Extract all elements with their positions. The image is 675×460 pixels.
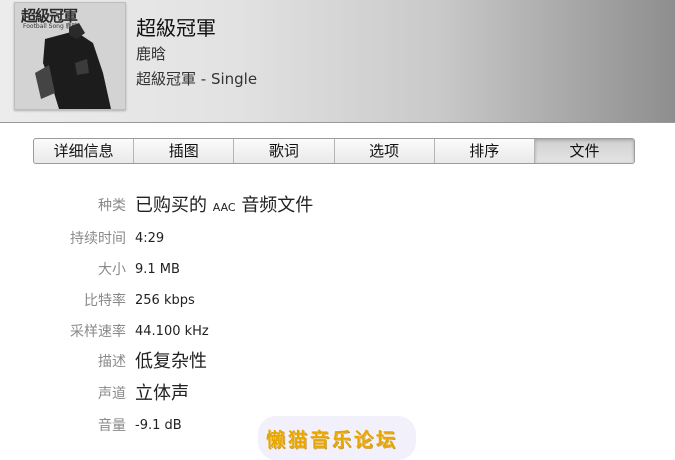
- song-album: 超級冠軍 - Single: [136, 70, 258, 88]
- bitrate-value: 256 kbps: [135, 293, 195, 308]
- info-row-channels: 声道 立体声: [0, 382, 675, 406]
- bitrate-label: 比特率: [84, 293, 126, 309]
- info-row-description: 描述 低复杂性: [0, 350, 675, 374]
- kind-value-suffix: 音频文件: [241, 195, 314, 216]
- track-header: 超級冠軍 Football Song 鹿晗 超級冠軍 鹿晗 超級冠軍 - Sin…: [0, 0, 675, 123]
- info-row-sample-rate: 采样速率 44.100 kHz: [0, 320, 675, 344]
- channels-label: 声道: [98, 386, 126, 402]
- duration-value: 4:29: [135, 231, 165, 246]
- kind-value-codec: AAC: [212, 201, 236, 214]
- tab-options[interactable]: 选项: [335, 139, 435, 163]
- size-value: 9.1 MB: [135, 262, 180, 277]
- description-label: 描述: [98, 354, 126, 370]
- forum-watermark: 懒猫音乐论坛: [258, 416, 416, 460]
- channels-value: 立体声: [135, 383, 189, 404]
- size-label: 大小: [98, 262, 126, 278]
- info-row-size: 大小 9.1 MB: [0, 258, 675, 282]
- tab-sorting[interactable]: 排序: [435, 139, 535, 163]
- info-row-duration: 持续时间 4:29: [0, 227, 675, 251]
- info-row-bitrate: 比特率 256 kbps: [0, 289, 675, 313]
- info-row-kind: 种类 已购买的 AAC 音频文件: [0, 194, 675, 218]
- kind-value: 已购买的 AAC 音频文件: [135, 194, 313, 220]
- volume-label: 音量: [98, 418, 126, 434]
- artwork-subtitle: Football Song 鹿晗: [23, 23, 78, 30]
- description-value: 低复杂性: [135, 351, 207, 372]
- song-title: 超級冠軍: [136, 16, 216, 40]
- tab-lyrics[interactable]: 歌词: [234, 139, 335, 163]
- album-artwork: 超級冠軍 Football Song 鹿晗: [14, 2, 126, 110]
- duration-label: 持续时间: [70, 231, 126, 247]
- tab-details[interactable]: 详细信息: [34, 139, 135, 163]
- tab-artwork[interactable]: 插图: [134, 139, 235, 163]
- info-tab-bar: 详细信息 插图 歌词 选项 排序 文件: [33, 138, 635, 164]
- tab-file[interactable]: 文件: [534, 139, 634, 163]
- song-artist: 鹿晗: [136, 45, 167, 63]
- watermark-text: 懒猫音乐论坛: [266, 429, 399, 451]
- sample-rate-label: 采样速率: [70, 324, 126, 340]
- volume-value: -9.1 dB: [135, 418, 182, 433]
- kind-value-prefix: 已购买的: [135, 195, 207, 216]
- sample-rate-value: 44.100 kHz: [135, 324, 209, 339]
- kind-label: 种类: [98, 198, 126, 214]
